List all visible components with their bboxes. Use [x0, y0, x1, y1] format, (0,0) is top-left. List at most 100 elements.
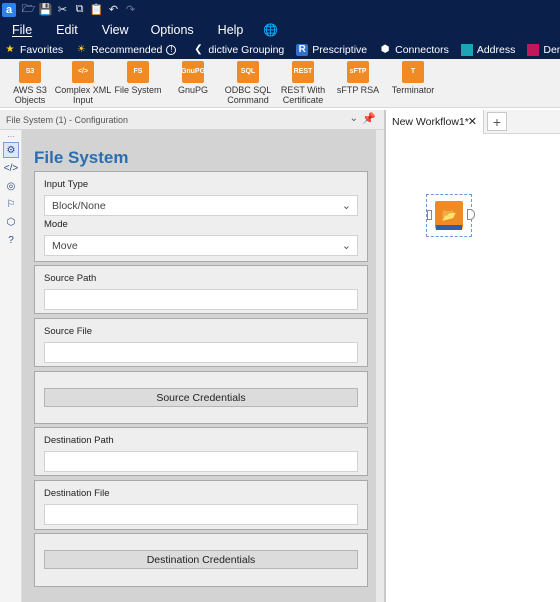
chevron-down-icon: ⌄ [341, 240, 351, 252]
globe-icon[interactable]: 🌐 [263, 23, 278, 37]
open-folder-icon[interactable]: 🗁 [20, 1, 37, 18]
tool-odbc-sql[interactable]: SQL ODBC SQL Command [218, 61, 278, 105]
tool-aws-s3[interactable]: S3 AWS S3 Objects [0, 61, 60, 105]
chevron-down-icon: ⌄ [341, 200, 351, 212]
config-header: File System (1) - Configuration ⌄ 📌 [0, 110, 384, 130]
tab-label: New Workflow1* [392, 116, 469, 128]
more-icon: ⋯ [7, 131, 15, 141]
tool-label: Complex XML Input [54, 85, 112, 105]
cut-icon[interactable]: ✂ [54, 1, 71, 18]
r-icon: R [296, 43, 309, 56]
paste-icon[interactable]: 📋 [88, 1, 105, 18]
category-recommended[interactable]: ☀ Recommended ! [75, 44, 180, 56]
tool-complex-xml[interactable]: </> Complex XML Input [53, 61, 113, 105]
category-label: Demographic Analysis [543, 43, 560, 56]
workflow-tabs: New Workflow1* ✕ + [386, 110, 560, 134]
category-label: Connectors [395, 43, 449, 56]
pin-icon[interactable]: 📌 [362, 112, 376, 125]
mode-select[interactable]: Move ⌄ [44, 235, 358, 256]
category-demographic[interactable]: Demographic Analysis [527, 43, 560, 56]
source-credentials-button[interactable]: Source Credentials [44, 388, 358, 407]
menu-edit[interactable]: Edit [56, 23, 78, 37]
tool-sftp-rsa[interactable]: sFTP sFTP RSA [328, 61, 388, 95]
chevron-left-icon: ❮ [194, 44, 203, 55]
node-badge [436, 225, 462, 230]
destination-path-input[interactable] [44, 451, 358, 472]
quick-access-bar: a 🗁 💾 ✂ ⧉ 📋 ↶ ↷ [0, 0, 560, 19]
folder-icon: FS [127, 61, 149, 83]
tool-label: AWS S3 Objects [13, 85, 47, 105]
category-prescriptive[interactable]: R Prescriptive [296, 43, 368, 56]
destination-credentials-button[interactable]: Destination Credentials [44, 550, 358, 569]
add-tab-button[interactable]: + [487, 112, 507, 131]
xml-icon: </> [72, 61, 94, 83]
tool-category-bar: ★ Favorites ☀ Recommended ! ❮ dictive Gr… [0, 40, 560, 59]
source-path-label: Source Path [44, 273, 97, 284]
destination-path-group: Destination Path [34, 427, 368, 476]
chevron-down-icon[interactable]: ⌄ [350, 113, 358, 124]
redo-icon[interactable]: ↷ [122, 1, 139, 18]
source-credentials-group: Source Credentials [34, 371, 368, 424]
aws-s3-icon: S3 [19, 61, 41, 83]
input-anchor[interactable] [427, 210, 432, 220]
config-scrollbar[interactable] [376, 130, 384, 602]
menu-view[interactable]: View [102, 23, 129, 37]
skull-icon: T [402, 61, 424, 83]
gnupg-icon: GnuPG [181, 61, 205, 83]
output-anchor[interactable] [467, 209, 475, 220]
config-panel: File System Input Type Block/None ⌄ Mode… [22, 130, 384, 602]
workflow-canvas[interactable]: 📂 [386, 135, 560, 602]
help-icon[interactable]: ? [3, 232, 19, 248]
tool-file-system[interactable]: FS File System [108, 61, 168, 95]
destination-credentials-group: Destination Credentials [34, 533, 368, 587]
category-label: dictive Grouping [208, 43, 285, 56]
config-header-title: File System (1) - Configuration [6, 114, 129, 125]
cube-icon[interactable]: ⬡ [3, 214, 19, 230]
file-system-node[interactable]: 📂 [426, 194, 475, 237]
tool-rest-certificate[interactable]: REST REST With Certificate [273, 61, 333, 105]
tool-label: GnuPG [177, 85, 208, 95]
input-type-select[interactable]: Block/None ⌄ [44, 195, 358, 216]
mode-value: Move [52, 239, 78, 252]
tag-icon[interactable]: ⚐ [3, 196, 19, 212]
source-file-group: Source File [34, 318, 368, 367]
category-label: Prescriptive [312, 43, 368, 56]
menu-options[interactable]: Options [151, 23, 194, 37]
star-icon: ★ [5, 44, 15, 55]
demographic-icon [527, 43, 540, 56]
destination-path-label: Destination Path [44, 435, 114, 446]
source-path-input[interactable] [44, 289, 358, 310]
category-favorites[interactable]: ★ Favorites [4, 43, 64, 56]
category-label: Favorites [20, 43, 64, 56]
tool-label: File System [114, 85, 162, 95]
code-icon[interactable]: </> [3, 160, 19, 176]
target-icon[interactable]: ◎ [3, 178, 19, 194]
category-address[interactable]: Address [460, 43, 515, 56]
tool-palette: S3 AWS S3 Objects </> Complex XML Input … [0, 59, 560, 108]
tab-new-workflow1[interactable]: New Workflow1* ✕ [386, 110, 484, 134]
menu-bar: File Edit View Options Help 🌐 [0, 19, 560, 40]
destination-file-input[interactable] [44, 504, 358, 525]
address-icon [460, 43, 473, 56]
gear-icon[interactable]: ⚙ [3, 142, 19, 158]
tool-terminator[interactable]: T Terminator [383, 61, 443, 95]
menu-file[interactable]: File [12, 23, 32, 37]
input-type-value: Block/None [52, 199, 106, 212]
source-file-label: Source File [44, 326, 93, 337]
bulb-icon: ☀ [76, 44, 86, 55]
undo-icon[interactable]: ↶ [105, 1, 122, 18]
category-connectors[interactable]: ⬢ Connectors [379, 44, 449, 56]
tool-label: REST With Certificate [280, 85, 326, 105]
menu-help[interactable]: Help [218, 23, 244, 37]
save-icon[interactable]: 💾 [37, 1, 54, 18]
source-file-input[interactable] [44, 342, 358, 363]
destination-file-label: Destination File [44, 488, 110, 499]
category-predictive-grouping[interactable]: ❮ dictive Grouping [192, 44, 284, 56]
app-logo-icon[interactable]: a [2, 2, 16, 17]
tool-gnupg[interactable]: GnuPG GnuPG [163, 61, 223, 95]
close-icon[interactable]: ✕ [468, 115, 477, 128]
copy-icon[interactable]: ⧉ [71, 1, 88, 18]
mode-label: Mode [44, 219, 68, 230]
page-title: File System [34, 148, 129, 167]
tool-label: ODBC SQL Command [224, 85, 272, 105]
